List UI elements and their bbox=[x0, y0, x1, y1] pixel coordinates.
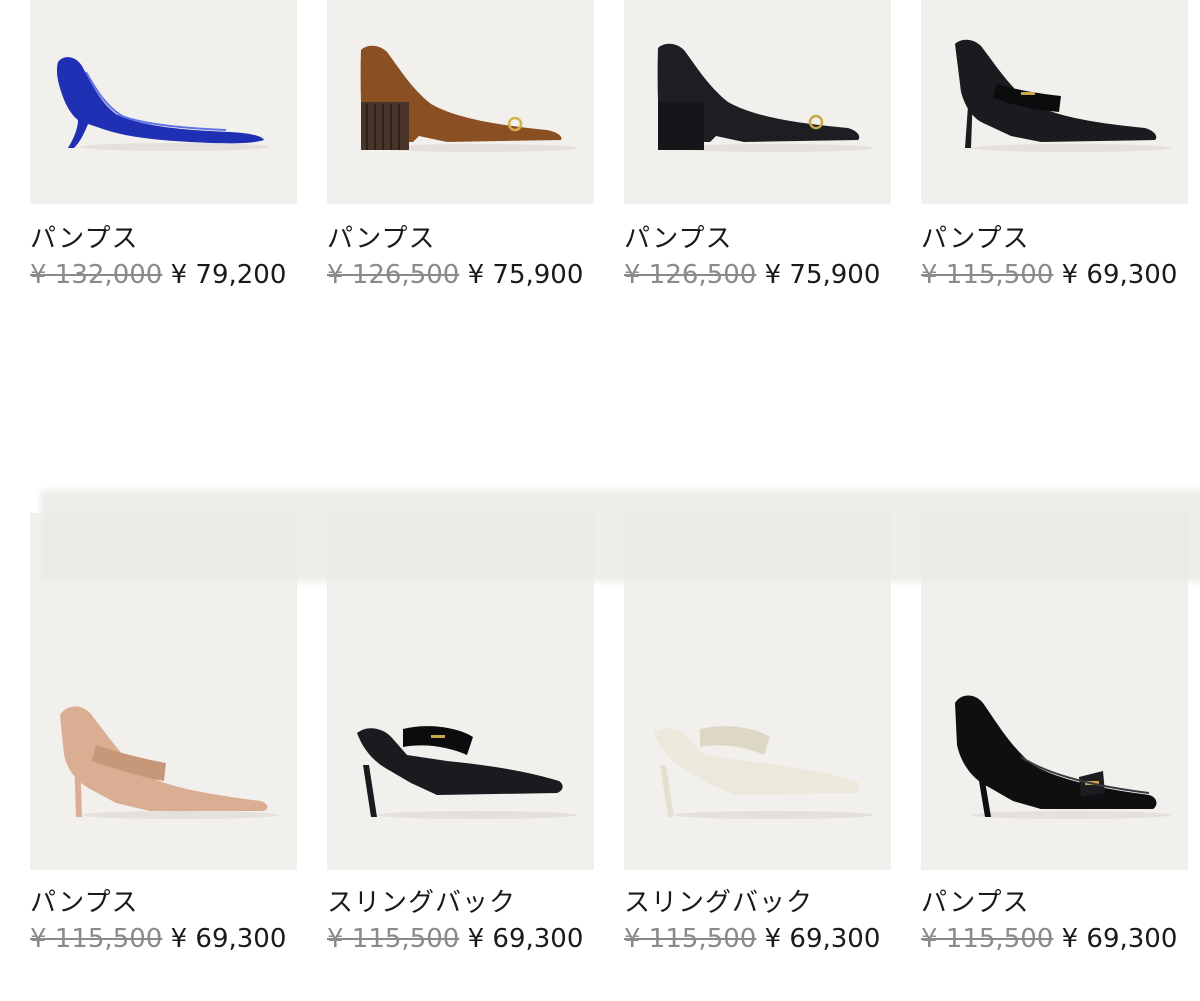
price-line: ¥ 126,500 ¥ 75,900 bbox=[624, 260, 891, 290]
product-card[interactable]: パンプス ¥ 115,500 ¥ 69,300 bbox=[921, 513, 1188, 954]
sale-price: ¥ 69,300 bbox=[1061, 924, 1178, 954]
product-image[interactable] bbox=[921, 513, 1188, 870]
original-price: ¥ 115,500 bbox=[327, 924, 460, 954]
price-line: ¥ 132,000 ¥ 79,200 bbox=[30, 260, 297, 290]
original-price: ¥ 115,500 bbox=[30, 924, 163, 954]
sale-price: ¥ 69,300 bbox=[467, 924, 584, 954]
product-image[interactable] bbox=[624, 0, 891, 204]
blue-patent-kitten-heel-pump-icon bbox=[56, 57, 270, 151]
product-card[interactable]: パンプス ¥ 126,500 ¥ 75,900 bbox=[327, 0, 594, 290]
sale-price: ¥ 75,900 bbox=[467, 260, 584, 290]
original-price: ¥ 115,500 bbox=[921, 924, 1054, 954]
product-name[interactable]: パンプス bbox=[327, 224, 594, 254]
original-price: ¥ 126,500 bbox=[624, 260, 757, 290]
product-image[interactable] bbox=[327, 0, 594, 204]
product-image[interactable] bbox=[624, 513, 891, 870]
product-name[interactable]: スリングバック bbox=[624, 888, 891, 918]
product-name[interactable]: スリングバック bbox=[327, 888, 594, 918]
sale-price: ¥ 79,200 bbox=[170, 260, 287, 290]
product-card[interactable]: パンプス ¥ 115,500 ¥ 69,300 bbox=[30, 513, 297, 954]
sale-price: ¥ 69,300 bbox=[764, 924, 881, 954]
price-line: ¥ 115,500 ¥ 69,300 bbox=[921, 260, 1188, 290]
black-slingback-icon bbox=[357, 726, 577, 819]
original-price: ¥ 132,000 bbox=[30, 260, 163, 290]
price-line: ¥ 115,500 ¥ 69,300 bbox=[30, 924, 297, 954]
product-card[interactable]: パンプス ¥ 126,500 ¥ 75,900 bbox=[624, 0, 891, 290]
white-slingback-icon bbox=[654, 726, 874, 819]
product-card[interactable]: スリングバック ¥ 115,500 ¥ 69,300 bbox=[624, 513, 891, 954]
product-grid-row-2: パンプス ¥ 115,500 ¥ 69,300 スリングバック ¥ 115,50… bbox=[30, 513, 1188, 954]
price-line: ¥ 126,500 ¥ 75,900 bbox=[327, 260, 594, 290]
sale-price: ¥ 69,300 bbox=[170, 924, 287, 954]
product-name[interactable]: パンプス bbox=[30, 224, 297, 254]
product-name[interactable]: パンプス bbox=[921, 224, 1188, 254]
black-pointed-pump-icon bbox=[955, 39, 1171, 152]
product-name[interactable]: パンプス bbox=[921, 888, 1188, 918]
product-grid-row-1: パンプス ¥ 132,000 ¥ 79,200 パンプス ¥ 126,500 ¥… bbox=[30, 0, 1188, 290]
price-line: ¥ 115,500 ¥ 69,300 bbox=[624, 924, 891, 954]
product-card[interactable]: パンプス ¥ 115,500 ¥ 69,300 bbox=[921, 0, 1188, 290]
product-image[interactable] bbox=[30, 0, 297, 204]
black-patent-bow-pump-icon bbox=[955, 695, 1171, 819]
black-block-heel-pump-icon bbox=[657, 43, 874, 152]
original-price: ¥ 126,500 bbox=[327, 260, 460, 290]
product-image[interactable] bbox=[327, 513, 594, 870]
sale-price: ¥ 75,900 bbox=[764, 260, 881, 290]
product-card[interactable]: パンプス ¥ 132,000 ¥ 79,200 bbox=[30, 0, 297, 290]
original-price: ¥ 115,500 bbox=[921, 260, 1054, 290]
brown-block-heel-pump-icon bbox=[360, 45, 577, 152]
price-line: ¥ 115,500 ¥ 69,300 bbox=[921, 924, 1188, 954]
product-card[interactable]: スリングバック ¥ 115,500 ¥ 69,300 bbox=[327, 513, 594, 954]
original-price: ¥ 115,500 bbox=[624, 924, 757, 954]
product-image[interactable] bbox=[921, 0, 1188, 204]
sale-price: ¥ 69,300 bbox=[1061, 260, 1178, 290]
product-name[interactable]: パンプス bbox=[30, 888, 297, 918]
nude-pointed-pump-icon bbox=[60, 706, 280, 819]
product-image[interactable] bbox=[30, 513, 297, 870]
price-line: ¥ 115,500 ¥ 69,300 bbox=[327, 924, 594, 954]
product-name[interactable]: パンプス bbox=[624, 224, 891, 254]
